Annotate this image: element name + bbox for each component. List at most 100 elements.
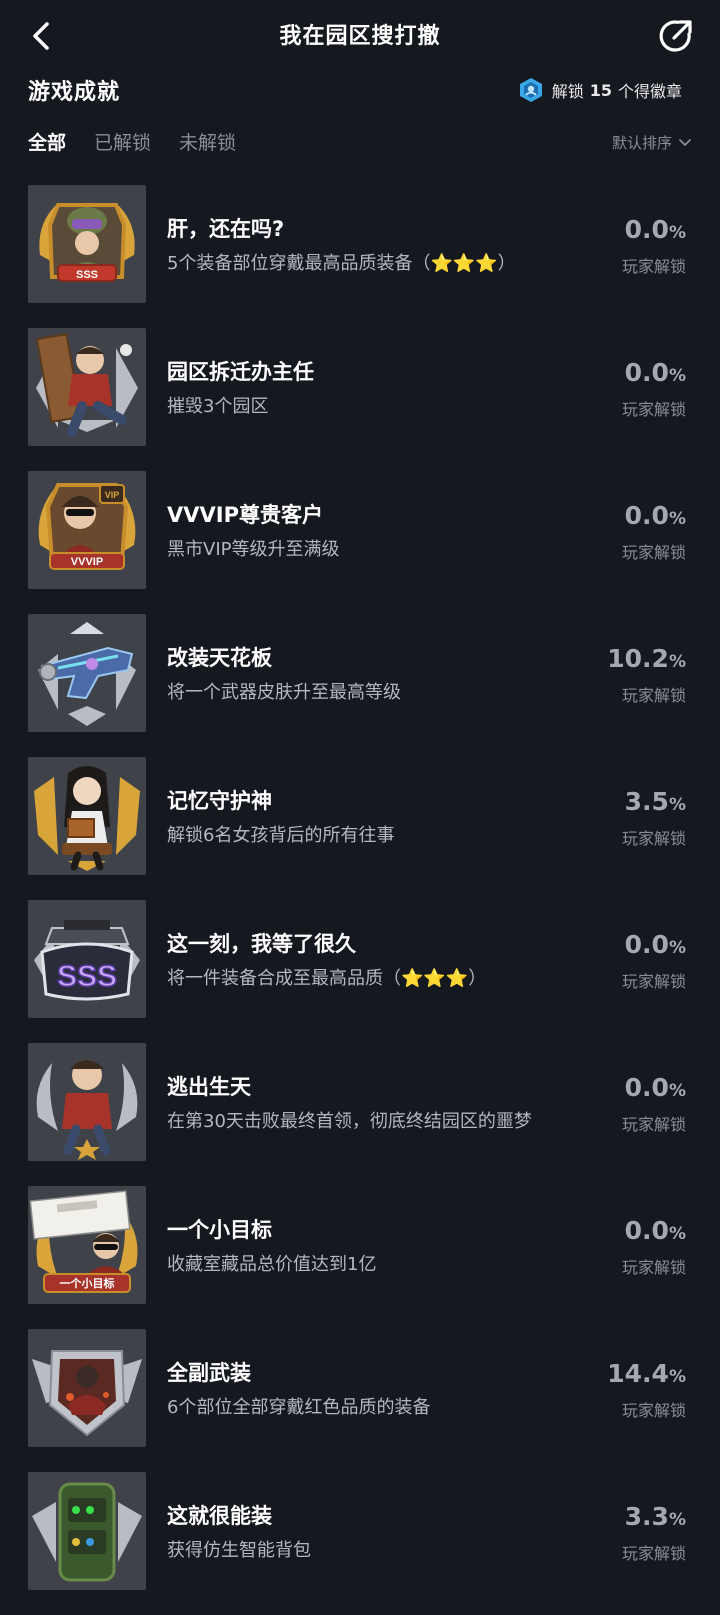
achievement-title: 园区拆迁办主任 xyxy=(167,360,314,384)
percent-symbol: % xyxy=(668,938,686,958)
achievement-description: 获得仿生智能背包 xyxy=(167,1540,311,1561)
achievement-item[interactable]: 全副武装 6个部位全部穿戴红色品质的装备 14.4% 玩家解锁 xyxy=(0,1329,720,1472)
achievement-title: 逃出生天 xyxy=(167,1075,251,1099)
percent-value: 10.2 xyxy=(607,644,669,673)
unlock-percent: 0.0% xyxy=(625,1073,686,1102)
achievement-thumbnail: 一个小目标 xyxy=(28,1186,146,1304)
percent-symbol: % xyxy=(668,1081,686,1101)
percent-symbol: % xyxy=(668,366,686,386)
unlock-percent: 0.0% xyxy=(625,501,686,530)
achievement-thumbnail xyxy=(28,757,146,875)
chevron-down-icon xyxy=(679,138,691,146)
achievement-title: 这就很能装 xyxy=(167,1504,272,1528)
memory-girl-badge-icon xyxy=(34,766,140,871)
badge-prefix: 解锁 xyxy=(551,82,584,101)
tab-unlocked[interactable]: 已解锁 xyxy=(94,128,151,155)
achievement-title: 肝，还在吗? xyxy=(167,217,285,241)
achievement-thumbnail xyxy=(28,1329,146,1447)
unlock-percent: 0.0% xyxy=(625,358,686,387)
badge-ribbon-text: SSS xyxy=(76,269,98,281)
achievement-item[interactable]: SSS 这一刻，我等了很久 将一件装备合成至最高品质（⭐⭐⭐） 0.0% 玩家解… xyxy=(0,900,720,1043)
achievement-item[interactable]: 改装天花板 将一个武器皮肤升至最高等级 10.2% 玩家解锁 xyxy=(0,614,720,757)
small-goal-badge-icon: 一个小目标 xyxy=(29,1190,138,1293)
percent-value: 3.3 xyxy=(624,1502,669,1531)
percent-value: 0.0 xyxy=(624,930,669,959)
top-bar: 我在园区搜打撤 xyxy=(0,0,720,72)
badge-ribbon-text: 一个小目标 xyxy=(60,1276,115,1290)
sss-gun-badge-icon: SSS xyxy=(34,920,140,1001)
achievement-thumbnail xyxy=(28,328,146,446)
achievement-description: 黑市VIP等级升至满级 xyxy=(167,539,340,560)
achievement-description: 解锁6名女孩背后的所有往事 xyxy=(167,825,395,846)
sort-label: 默认排序 xyxy=(611,134,672,152)
achievement-thumbnail xyxy=(28,1472,146,1590)
unlock-label: 玩家解锁 xyxy=(621,1115,686,1134)
percent-symbol: % xyxy=(668,652,686,672)
unlock-label: 玩家解锁 xyxy=(621,686,686,705)
section-title: 游戏成就 xyxy=(28,80,121,105)
achievement-description: 将一个武器皮肤升至最高等级 xyxy=(167,682,401,703)
achievement-list: SSS 肝，还在吗? 5个装备部位穿戴最高品质装备（⭐⭐⭐） 0.0% 玩家解锁… xyxy=(0,185,720,1615)
achievement-item[interactable]: 一个小目标 一个小目标 收藏室藏品总价值达到1亿 0.0% 玩家解锁 xyxy=(0,1186,720,1329)
achievement-title: 这一刻，我等了很久 xyxy=(167,932,356,956)
achievement-item[interactable]: 园区拆迁办主任 摧毁3个园区 0.0% 玩家解锁 xyxy=(0,328,720,471)
percent-symbol: % xyxy=(668,795,686,815)
unlock-percent: 3.3% xyxy=(625,1502,686,1531)
unlock-percent: 14.4% xyxy=(607,1359,686,1388)
badge-suffix: 个得徽章 xyxy=(617,82,682,101)
achievement-title: 全副武装 xyxy=(167,1361,251,1385)
unlock-percent: 10.2% xyxy=(607,644,686,673)
unlock-label: 玩家解锁 xyxy=(621,829,686,848)
percent-value: 0.0 xyxy=(624,215,669,244)
tab-locked[interactable]: 未解锁 xyxy=(179,128,236,155)
door-kick-badge-icon xyxy=(35,332,138,437)
achievement-title: VVVIP尊贵客户 xyxy=(167,503,323,527)
percent-value: 3.5 xyxy=(624,787,669,816)
soldier-badge-icon: SSS xyxy=(39,203,135,282)
achievement-description: 6个部位全部穿戴红色品质的装备 xyxy=(167,1397,431,1418)
unlock-percent: 0.0% xyxy=(625,930,686,959)
achievement-thumbnail: VIP VVVIP xyxy=(28,471,146,589)
achievement-item[interactable]: 逃出生天 在第30天击败最终首领，彻底终结园区的噩梦 0.0% 玩家解锁 xyxy=(0,1043,720,1186)
percent-value: 0.0 xyxy=(624,1073,669,1102)
escape-badge-icon xyxy=(36,1060,138,1160)
share-icon xyxy=(659,20,692,52)
badge-hexagon-icon xyxy=(519,78,542,102)
achievement-description: 在第30天击败最终首领，彻底终结园区的噩梦 xyxy=(167,1111,532,1132)
achievement-title: 一个小目标 xyxy=(167,1218,272,1242)
vip-badge-icon: VIP VVVIP xyxy=(38,483,136,570)
achievement-item[interactable]: VIP VVVIP VVVIP尊贵客户 黑市VIP等级升至满级 0.0% 玩家解… xyxy=(0,471,720,614)
unlock-percent: 0.0% xyxy=(625,215,686,244)
unlock-label: 玩家解锁 xyxy=(621,400,686,419)
unlock-percent: 0.0% xyxy=(625,1216,686,1245)
unlock-label: 玩家解锁 xyxy=(621,257,686,276)
svg-text:VIP: VIP xyxy=(105,490,120,500)
achievement-thumbnail: SSS xyxy=(28,900,146,1018)
percent-symbol: % xyxy=(668,509,686,529)
tab-all[interactable]: 全部 xyxy=(28,128,66,155)
achievement-thumbnail xyxy=(28,1043,146,1161)
armor-badge-icon xyxy=(32,1350,142,1437)
achievement-title: 改装天花板 xyxy=(167,646,272,670)
page-title: 我在园区搜打撤 xyxy=(279,24,441,49)
unlock-percent: 3.5% xyxy=(625,787,686,816)
unlock-label: 玩家解锁 xyxy=(621,972,686,991)
unlock-label: 玩家解锁 xyxy=(621,1401,686,1420)
achievement-item[interactable]: SSS 肝，还在吗? 5个装备部位穿戴最高品质装备（⭐⭐⭐） 0.0% 玩家解锁 xyxy=(0,185,720,328)
achievement-title: 记忆守护神 xyxy=(167,789,272,813)
filter-tabs: 全部 已解锁 未解锁 xyxy=(28,128,236,155)
share-button[interactable] xyxy=(656,16,696,56)
achievement-item[interactable]: 记忆守护神 解锁6名女孩背后的所有往事 3.5% 玩家解锁 xyxy=(0,757,720,900)
percent-value: 0.0 xyxy=(624,1216,669,1245)
achievement-thumbnail: SSS xyxy=(28,185,146,303)
badge-summary: 解锁 15 个得徽章 xyxy=(518,76,682,104)
percent-value: 0.0 xyxy=(624,501,669,530)
unlock-label: 玩家解锁 xyxy=(621,1258,686,1277)
percent-value: 0.0 xyxy=(624,358,669,387)
achievement-description: 将一件装备合成至最高品质（⭐⭐⭐） xyxy=(167,968,487,989)
achievement-thumbnail xyxy=(28,614,146,732)
achievement-description: 5个装备部位穿戴最高品质装备（⭐⭐⭐） xyxy=(167,253,516,274)
badge-ribbon-text: VVVIP xyxy=(71,556,103,568)
weapon-skin-badge-icon xyxy=(38,622,136,726)
sort-dropdown[interactable]: 默认排序 xyxy=(612,132,692,153)
